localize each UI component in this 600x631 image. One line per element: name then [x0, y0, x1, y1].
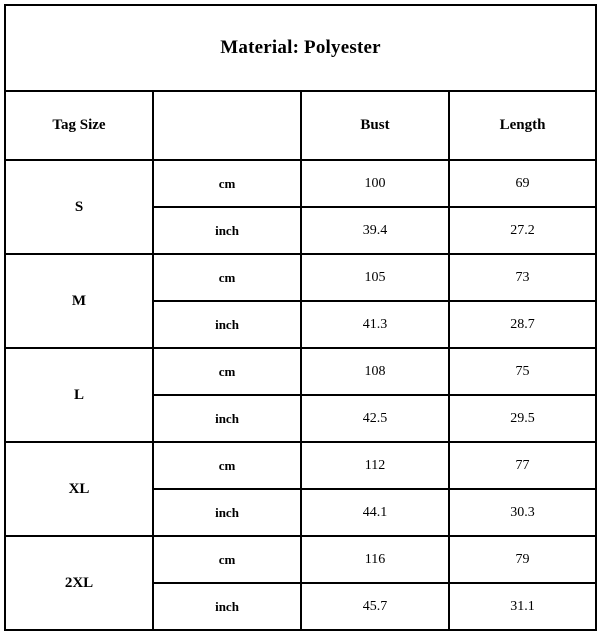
unit-label-cm-s: cm: [152, 159, 302, 208]
unit-label-cm-2xl: cm: [152, 535, 302, 584]
table-row: M cm 105 73: [4, 253, 598, 349]
size-chart-table: Material: Polyester Tag Size Bust Length…: [3, 4, 598, 631]
bust-inch-l: 42.5: [300, 394, 450, 443]
bust-inch-m: 41.3: [300, 300, 450, 349]
length-cm-2xl: 79: [447, 535, 598, 584]
header-unit: [152, 90, 302, 161]
size-label-m: M: [4, 253, 154, 349]
bust-inch-xl: 44.1: [300, 488, 450, 537]
table-row: L cm 108 75: [4, 347, 598, 443]
unit-label-cm-m: cm: [152, 253, 302, 302]
material-title: Material: Polyester: [3, 4, 598, 92]
size-label-l: L: [4, 347, 154, 443]
bust-cm-xl: 112: [300, 441, 450, 490]
title-row: Material: Polyester: [3, 4, 598, 92]
size-label-xl: XL: [4, 441, 154, 537]
header-row: Tag Size Bust Length: [4, 90, 598, 161]
size-chart-container: Material: Polyester Tag Size Bust Length…: [3, 4, 598, 631]
length-inch-l: 29.5: [447, 394, 598, 443]
length-inch-m: 28.7: [447, 300, 598, 349]
header-length: Length: [447, 90, 598, 161]
bust-cm-m: 105: [300, 253, 450, 302]
table-row: S cm 100 69: [4, 159, 598, 255]
table-row: XL cm 112 77: [4, 441, 598, 537]
length-cm-l: 75: [447, 347, 598, 396]
table-row: 2XL cm 116 79: [4, 535, 598, 631]
bust-inch-2xl: 45.7: [300, 582, 450, 631]
length-inch-xl: 30.3: [447, 488, 598, 537]
header-bust: Bust: [300, 90, 450, 161]
length-inch-2xl: 31.1: [447, 582, 598, 631]
unit-label-inch-2xl: inch: [152, 582, 302, 631]
unit-label-inch-s: inch: [152, 206, 302, 255]
unit-label-cm-xl: cm: [152, 441, 302, 490]
unit-label-inch-m: inch: [152, 300, 302, 349]
length-cm-m: 73: [447, 253, 598, 302]
size-label-2xl: 2XL: [4, 535, 154, 631]
header-tag-size: Tag Size: [4, 90, 154, 161]
length-inch-s: 27.2: [447, 206, 598, 255]
bust-cm-s: 100: [300, 159, 450, 208]
unit-label-inch-l: inch: [152, 394, 302, 443]
bust-inch-s: 39.4: [300, 206, 450, 255]
size-label-s: S: [4, 159, 154, 255]
bust-cm-l: 108: [300, 347, 450, 396]
length-cm-s: 69: [447, 159, 598, 208]
bust-cm-2xl: 116: [300, 535, 450, 584]
length-cm-xl: 77: [447, 441, 598, 490]
unit-label-inch-xl: inch: [152, 488, 302, 537]
unit-label-cm-l: cm: [152, 347, 302, 396]
